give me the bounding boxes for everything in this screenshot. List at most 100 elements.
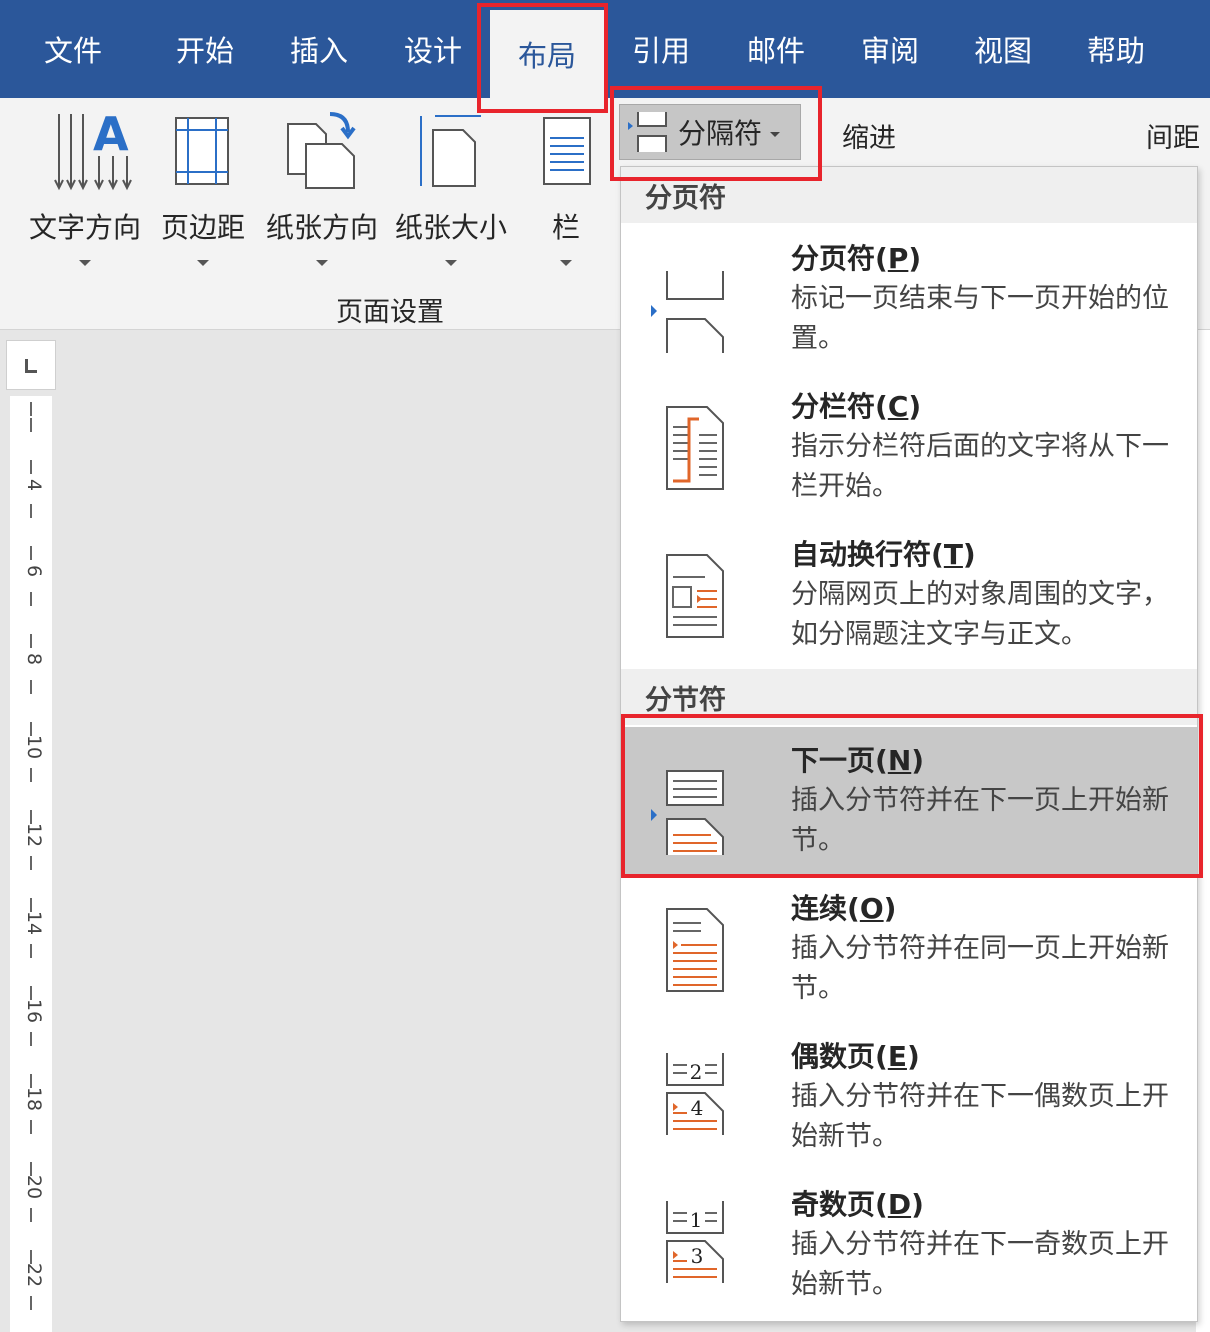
menu-item-even-page[interactable]: 2 4 偶数页(E) 插入分节符并在下一偶数页上开始新节。 bbox=[621, 1023, 1197, 1171]
chevron-down-icon bbox=[197, 260, 209, 266]
page-number-b: 3 bbox=[691, 1244, 704, 1268]
tab-mailings[interactable]: 邮件 bbox=[720, 0, 832, 98]
orientation-button[interactable]: 纸张方向 bbox=[260, 108, 384, 266]
ruler-tick bbox=[30, 1250, 32, 1264]
margins-label: 页边距 bbox=[160, 211, 245, 244]
ruler-tick bbox=[30, 1162, 32, 1176]
columns-icon bbox=[543, 117, 591, 185]
menu-item-next-page[interactable]: 下一页(N) 插入分节符并在下一页上开始新节。 bbox=[621, 727, 1197, 875]
menu-item-description: 插入分节符并在同一页上开始新节。 bbox=[791, 933, 1169, 1004]
ruler-tick bbox=[30, 680, 32, 694]
chevron-down-icon bbox=[445, 260, 457, 266]
tab-help[interactable]: 帮助 bbox=[1060, 0, 1172, 98]
ruler-tick bbox=[30, 856, 32, 870]
tab-file[interactable]: 文件 bbox=[14, 0, 132, 98]
left-tab-stop-icon bbox=[25, 359, 37, 373]
document-page-edge bbox=[1196, 330, 1210, 1332]
breaks-button[interactable]: 分隔符 bbox=[619, 104, 801, 160]
ruler-tick bbox=[30, 634, 32, 648]
ruler-number: 16 bbox=[23, 998, 45, 1024]
columns-label: 栏 bbox=[551, 211, 580, 244]
page-number-a: 2 bbox=[690, 1060, 703, 1084]
orientation-icon bbox=[287, 112, 356, 189]
menu-item-title: 偶数页(E) bbox=[791, 1040, 920, 1073]
text-direction-icon: A bbox=[54, 108, 132, 191]
ruler-tick bbox=[30, 546, 32, 560]
ruler-tick bbox=[30, 418, 32, 432]
chevron-down-icon bbox=[79, 260, 91, 266]
menu-item-odd-page[interactable]: 1 3 奇数页(D) 插入分节符并在下一奇数页上开始新节。 bbox=[621, 1171, 1197, 1319]
margins-icon bbox=[175, 117, 229, 185]
ruler-tick bbox=[30, 460, 32, 474]
tab-layout[interactable]: 布局 bbox=[490, 10, 604, 98]
margins-button[interactable]: 页边距 bbox=[150, 108, 256, 266]
menu-item-description: 插入分节符并在下一偶数页上开始新节。 bbox=[791, 1081, 1169, 1152]
orientation-label: 纸张方向 bbox=[265, 211, 378, 244]
page-break-icon bbox=[651, 271, 724, 353]
ruler-tick bbox=[30, 1208, 32, 1222]
menu-item-title: 连续(O) bbox=[791, 892, 897, 925]
chevron-down-icon bbox=[770, 131, 781, 137]
ruler-tick bbox=[30, 402, 32, 416]
chevron-down-icon bbox=[316, 260, 328, 266]
menu-item-title: 下一页(N) bbox=[791, 744, 925, 777]
ruler-tick bbox=[30, 768, 32, 782]
menu-item-page-break[interactable]: 分页符(P) 标记一页结束与下一页开始的位置。 bbox=[621, 225, 1197, 373]
menu-item-description: 分隔网页上的对象周围的文字，如分隔题注文字与正文。 bbox=[791, 579, 1169, 650]
ruler-tick bbox=[30, 1032, 32, 1046]
svg-text:A: A bbox=[93, 108, 129, 161]
menu-item-description: 标记一页结束与下一页开始的位置。 bbox=[791, 283, 1169, 354]
ruler-number: 12 bbox=[23, 822, 45, 848]
ruler-number: 22 bbox=[23, 1262, 45, 1288]
ruler-number: 8 bbox=[23, 652, 45, 666]
ruler-number: 18 bbox=[23, 1086, 45, 1112]
size-button[interactable]: 纸张大小 bbox=[388, 108, 514, 266]
tab-selector[interactable] bbox=[6, 340, 56, 390]
paper-size-icon bbox=[420, 115, 481, 187]
page-setup-group-label: 页面设置 bbox=[336, 297, 444, 328]
menu-item-title: 分页符(P) bbox=[791, 242, 922, 275]
ruler-tick bbox=[30, 1296, 32, 1310]
text-direction-button[interactable]: A 文字方向 bbox=[22, 108, 148, 266]
menu-item-description: 指示分栏符后面的文字将从下一栏开始。 bbox=[791, 431, 1169, 502]
breaks-dropdown-menu: 分页符 分页符(P) 标记一页结束与下一页开始的位置。 分栏符(C) 指示分栏符… bbox=[620, 166, 1198, 1322]
menu-item-column-break[interactable]: 分栏符(C) 指示分栏符后面的文字将从下一栏开始。 bbox=[621, 373, 1197, 521]
next-page-icon bbox=[651, 770, 724, 855]
odd-page-icon: 1 3 bbox=[666, 1201, 724, 1283]
ruler-tick bbox=[30, 986, 32, 1000]
tab-design[interactable]: 设计 bbox=[378, 0, 488, 98]
ruler-tick bbox=[30, 722, 32, 736]
ruler-number: 14 bbox=[23, 910, 45, 936]
ruler-tick bbox=[30, 592, 32, 606]
menu-item-title: 奇数页(D) bbox=[791, 1188, 924, 1221]
ruler-number: 4 bbox=[23, 478, 45, 492]
tab-references[interactable]: 引用 bbox=[606, 0, 716, 98]
ruler-tick bbox=[30, 1074, 32, 1088]
breaks-icon bbox=[628, 112, 667, 152]
menu-item-continuous[interactable]: 连续(O) 插入分节符并在同一页上开始新节。 bbox=[621, 875, 1197, 1023]
menu-item-description: 插入分节符并在下一页上开始新节。 bbox=[791, 785, 1169, 856]
continuous-icon bbox=[666, 908, 724, 992]
ruler-tick bbox=[30, 898, 32, 912]
ruler-number: 20 bbox=[23, 1174, 45, 1200]
page-number-a: 1 bbox=[690, 1208, 703, 1232]
tab-view[interactable]: 视图 bbox=[948, 0, 1058, 98]
column-break-icon bbox=[666, 406, 724, 490]
columns-button[interactable]: 栏 bbox=[526, 108, 606, 266]
indent-label: 缩进 bbox=[842, 123, 896, 154]
section-breaks-section-header: 分节符 bbox=[621, 669, 1197, 725]
text-wrapping-icon bbox=[666, 554, 724, 638]
chevron-down-icon bbox=[560, 260, 572, 266]
menu-item-title: 分栏符(C) bbox=[791, 390, 922, 423]
tab-insert[interactable]: 插入 bbox=[264, 0, 374, 98]
ribbon-tab-bar: 文件 开始 插入 设计 布局 引用 邮件 审阅 视图 帮助 bbox=[0, 0, 1210, 98]
page-breaks-section-header: 分页符 bbox=[621, 167, 1197, 223]
vertical-ruler: 4 6 8 10 12 14 16 18 20 22 bbox=[10, 396, 52, 1332]
tab-review[interactable]: 审阅 bbox=[834, 0, 946, 98]
page-number-b: 4 bbox=[691, 1096, 704, 1120]
ruler-tick bbox=[30, 810, 32, 824]
spacing-label: 间距 bbox=[1146, 123, 1200, 154]
even-page-icon: 2 4 bbox=[666, 1053, 724, 1135]
tab-home[interactable]: 开始 bbox=[150, 0, 260, 98]
menu-item-text-wrapping[interactable]: 自动换行符(T) 分隔网页上的对象周围的文字，如分隔题注文字与正文。 bbox=[621, 521, 1197, 669]
